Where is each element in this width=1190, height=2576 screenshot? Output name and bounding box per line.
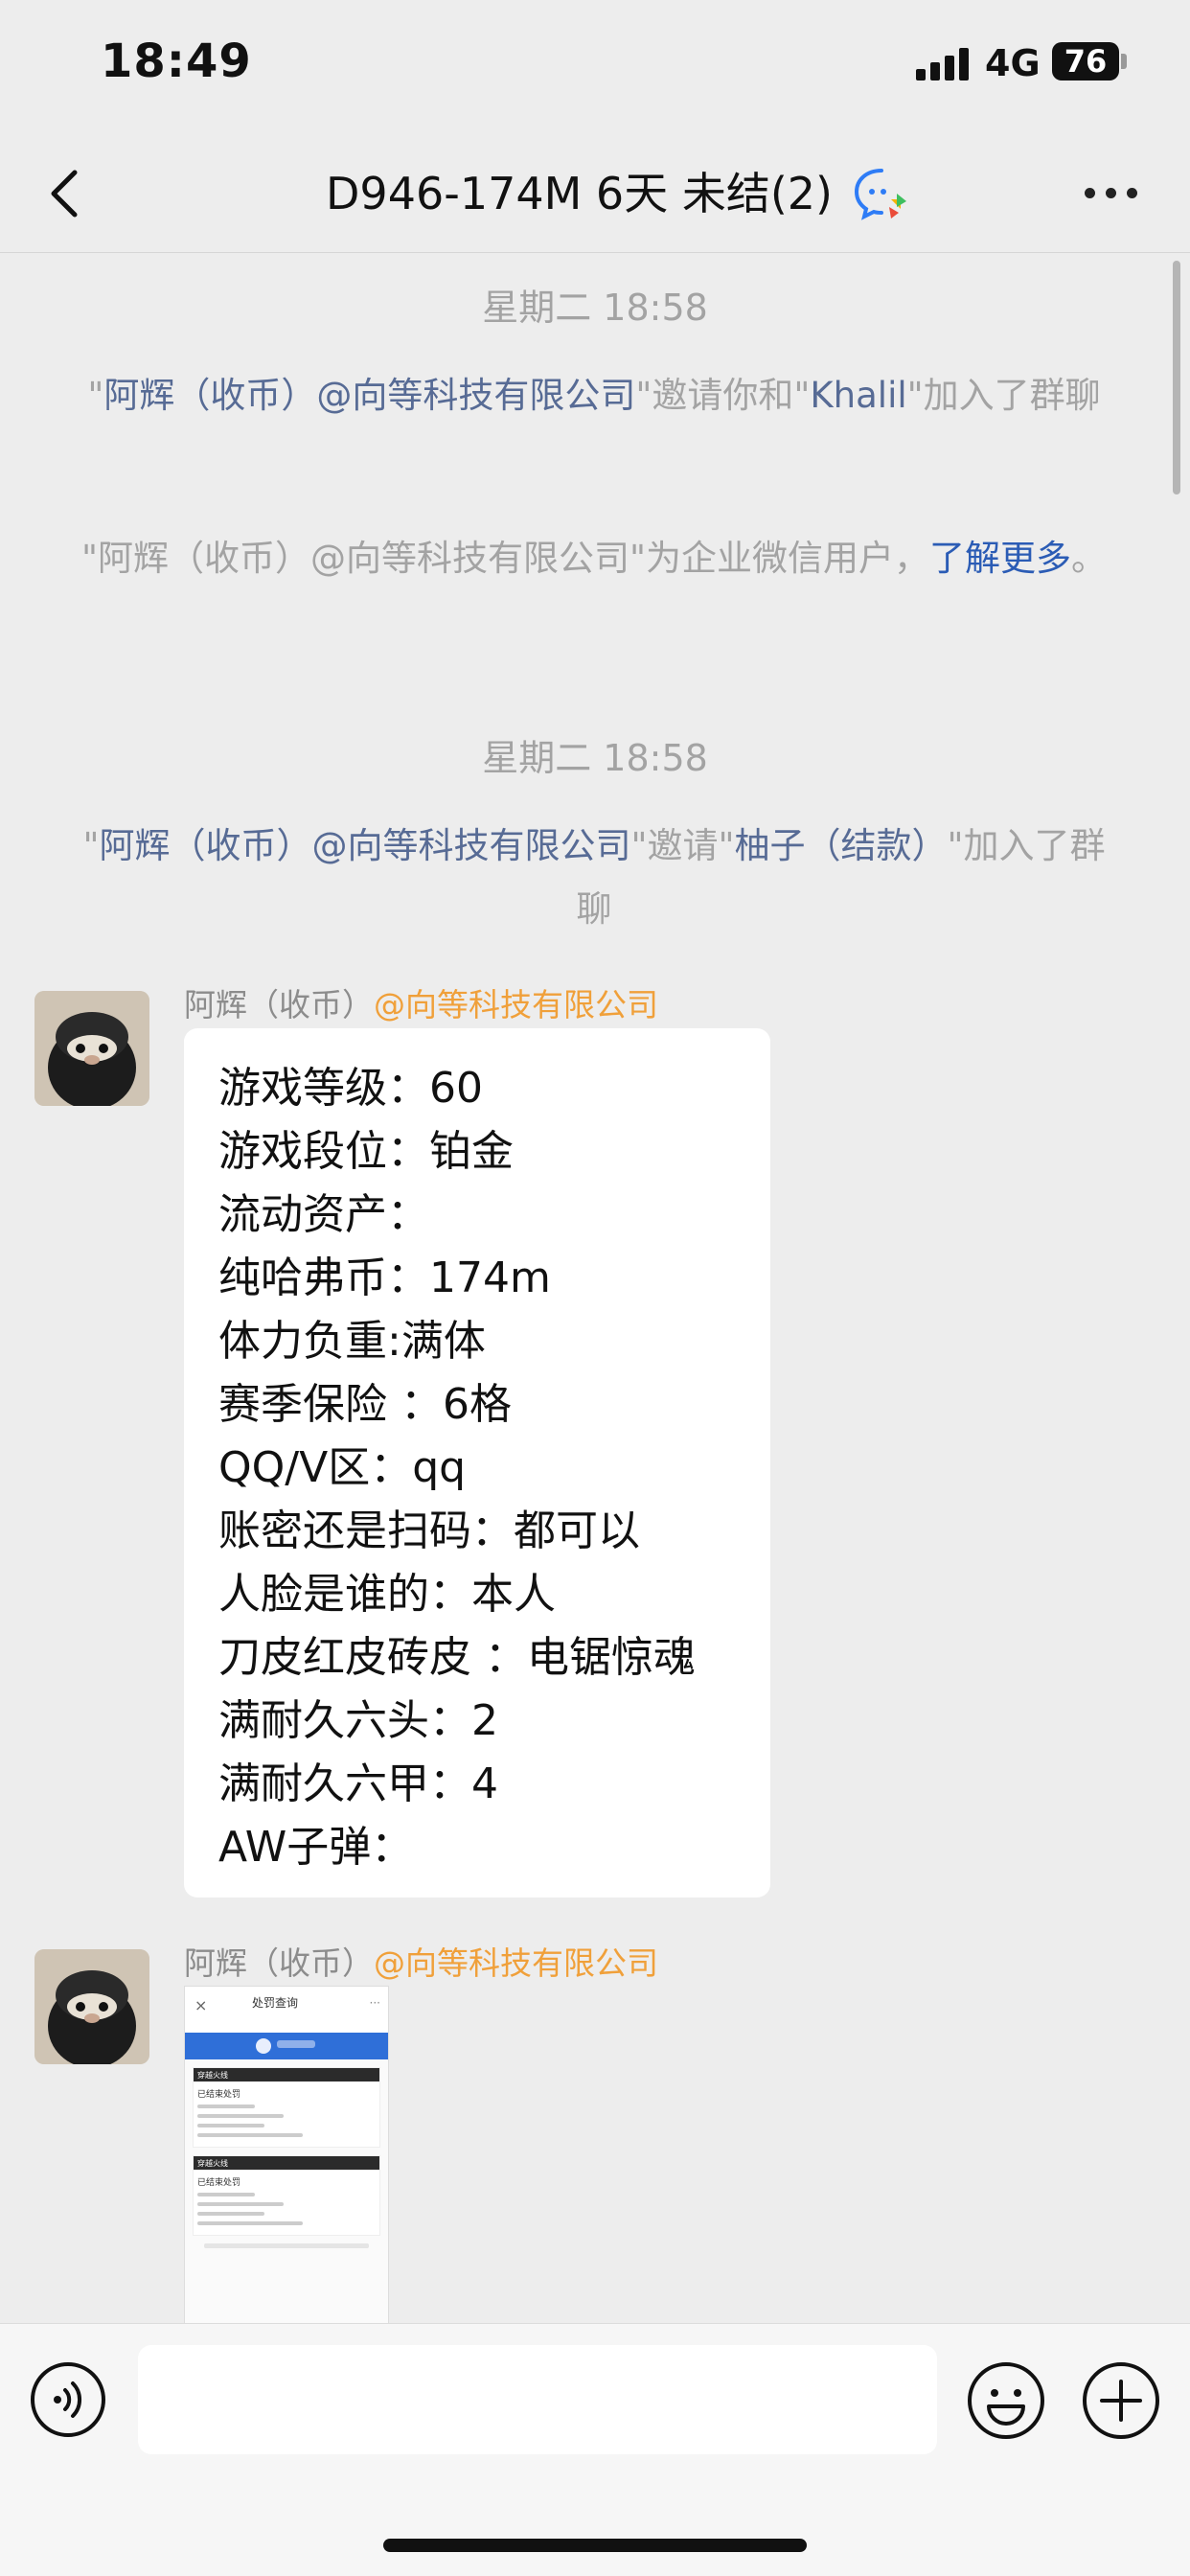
image-title: 处罚查询 xyxy=(252,1996,299,2010)
status-bar: 18:49 4G 76 xyxy=(0,0,1190,134)
image-banner xyxy=(185,2033,388,2059)
message-line: AW子弹： xyxy=(218,1823,414,1872)
system-invite-message: "阿辉（收币）@向等科技有限公司"邀请你和"Khalil"加入了群聊 xyxy=(77,364,1111,427)
message-line: 刀皮红皮砖皮 ：电锯惊魂 xyxy=(218,1633,696,1682)
nav-bar: D946-174M 6天 未结(2) xyxy=(0,134,1190,253)
system-enterprise-notice: "阿辉（收币）@向等科技有限公司"为企业微信用户，了解更多。 xyxy=(77,527,1111,590)
sender-name: 阿辉（收币） xyxy=(184,1944,374,1982)
input-bar xyxy=(0,2323,1190,2576)
home-indicator[interactable] xyxy=(383,2539,807,2552)
message-line: 账密还是扫码：都可以 xyxy=(218,1506,640,1555)
battery-tip xyxy=(1121,54,1127,69)
avatar[interactable] xyxy=(34,1949,149,2064)
inviter-link[interactable]: 阿辉（收币）@向等科技有限公司 xyxy=(99,825,630,866)
close-icon: × xyxy=(195,1996,208,2014)
sender-org: @向等科技有限公司 xyxy=(374,1944,658,1982)
signal-icon xyxy=(916,48,970,80)
sender-org: @向等科技有限公司 xyxy=(374,986,658,1024)
avatar-image xyxy=(34,1949,149,2064)
joined-text: "加入了群聊 xyxy=(906,375,1101,416)
message-line: 满耐久六头：2 xyxy=(218,1696,498,1745)
quote: " xyxy=(82,825,100,866)
message-line: 体力负重:满体 xyxy=(218,1317,486,1366)
more-icon: ··· xyxy=(369,1996,380,2010)
sender-label: 阿辉（收币）@向等科技有限公司 xyxy=(184,1938,658,1984)
back-icon[interactable] xyxy=(42,163,88,224)
message-line: 游戏等级：60 xyxy=(218,1064,483,1113)
more-icon[interactable] xyxy=(1085,186,1138,201)
network-type: 4G xyxy=(985,42,1041,84)
message-line: 流动资产： xyxy=(218,1190,429,1239)
image-message[interactable]: × 处罚查询 ··· 穿越火线 已结束处罚 穿越火线 已结束处罚 xyxy=(184,1986,389,2327)
message-line: 人脸是谁的：本人 xyxy=(218,1570,556,1619)
timestamp: 星期二 18:58 xyxy=(482,287,708,329)
card-text: 已结束处罚 xyxy=(197,2090,241,2100)
message-line: 纯哈弗币：174m xyxy=(218,1254,551,1302)
quote: " xyxy=(87,375,104,416)
inviter-link[interactable]: 阿辉（收币）@向等科技有限公司 xyxy=(103,375,635,416)
card-text: 已结束处罚 xyxy=(197,2178,241,2188)
sender-name: 阿辉（收币） xyxy=(184,986,374,1024)
card-caption: 穿越火线 xyxy=(197,2071,228,2080)
message-line: 满耐久六甲：4 xyxy=(218,1760,498,1808)
notice-tail: 。 xyxy=(1071,538,1108,579)
image-card: 穿越火线 已结束处罚 xyxy=(193,2155,380,2236)
invitee-link[interactable]: Khalil xyxy=(810,375,906,416)
message-input[interactable] xyxy=(138,2345,937,2454)
message-line: 游戏段位：铂金 xyxy=(218,1127,514,1176)
message-line: QQ/V区：qq xyxy=(218,1443,467,1492)
message-line: 赛季保险 ：6格 xyxy=(218,1380,512,1429)
avatar-image xyxy=(34,991,149,1106)
invitee-link[interactable]: 柚子（结款） xyxy=(735,825,948,866)
image-header: × 处罚查询 ··· xyxy=(185,1987,388,2033)
emoji-icon[interactable] xyxy=(966,2360,1046,2441)
sender-label: 阿辉（收币）@向等科技有限公司 xyxy=(184,979,658,1025)
timestamp: 星期二 18:58 xyxy=(482,737,708,779)
invite-text: "邀请" xyxy=(630,825,735,866)
battery-icon: 76 xyxy=(1052,42,1119,80)
message-bubble[interactable]: 游戏等级：60 游戏段位：铂金 流动资产： 纯哈弗币：174m 体力负重:满体 … xyxy=(184,1028,770,1898)
avatar[interactable] xyxy=(34,991,149,1106)
invite-text: "邀请你和" xyxy=(635,375,811,416)
learn-more-link[interactable]: 了解更多 xyxy=(929,538,1071,579)
plus-icon[interactable] xyxy=(1081,2360,1161,2441)
image-card: 穿越火线 已结束处罚 xyxy=(193,2067,380,2148)
group-chat-icon xyxy=(854,169,906,220)
system-invite-message: "阿辉（收币）@向等科技有限公司"邀请"柚子（结款）"加入了群聊 xyxy=(77,815,1111,941)
status-time: 18:49 xyxy=(101,34,252,88)
notice-text: "阿辉（收币）@向等科技有限公司"为企业微信用户， xyxy=(80,538,930,579)
card-caption: 穿越火线 xyxy=(197,2159,228,2168)
chat-title: D946-174M 6天 未结(2) xyxy=(326,168,833,219)
voice-icon[interactable] xyxy=(29,2360,107,2439)
